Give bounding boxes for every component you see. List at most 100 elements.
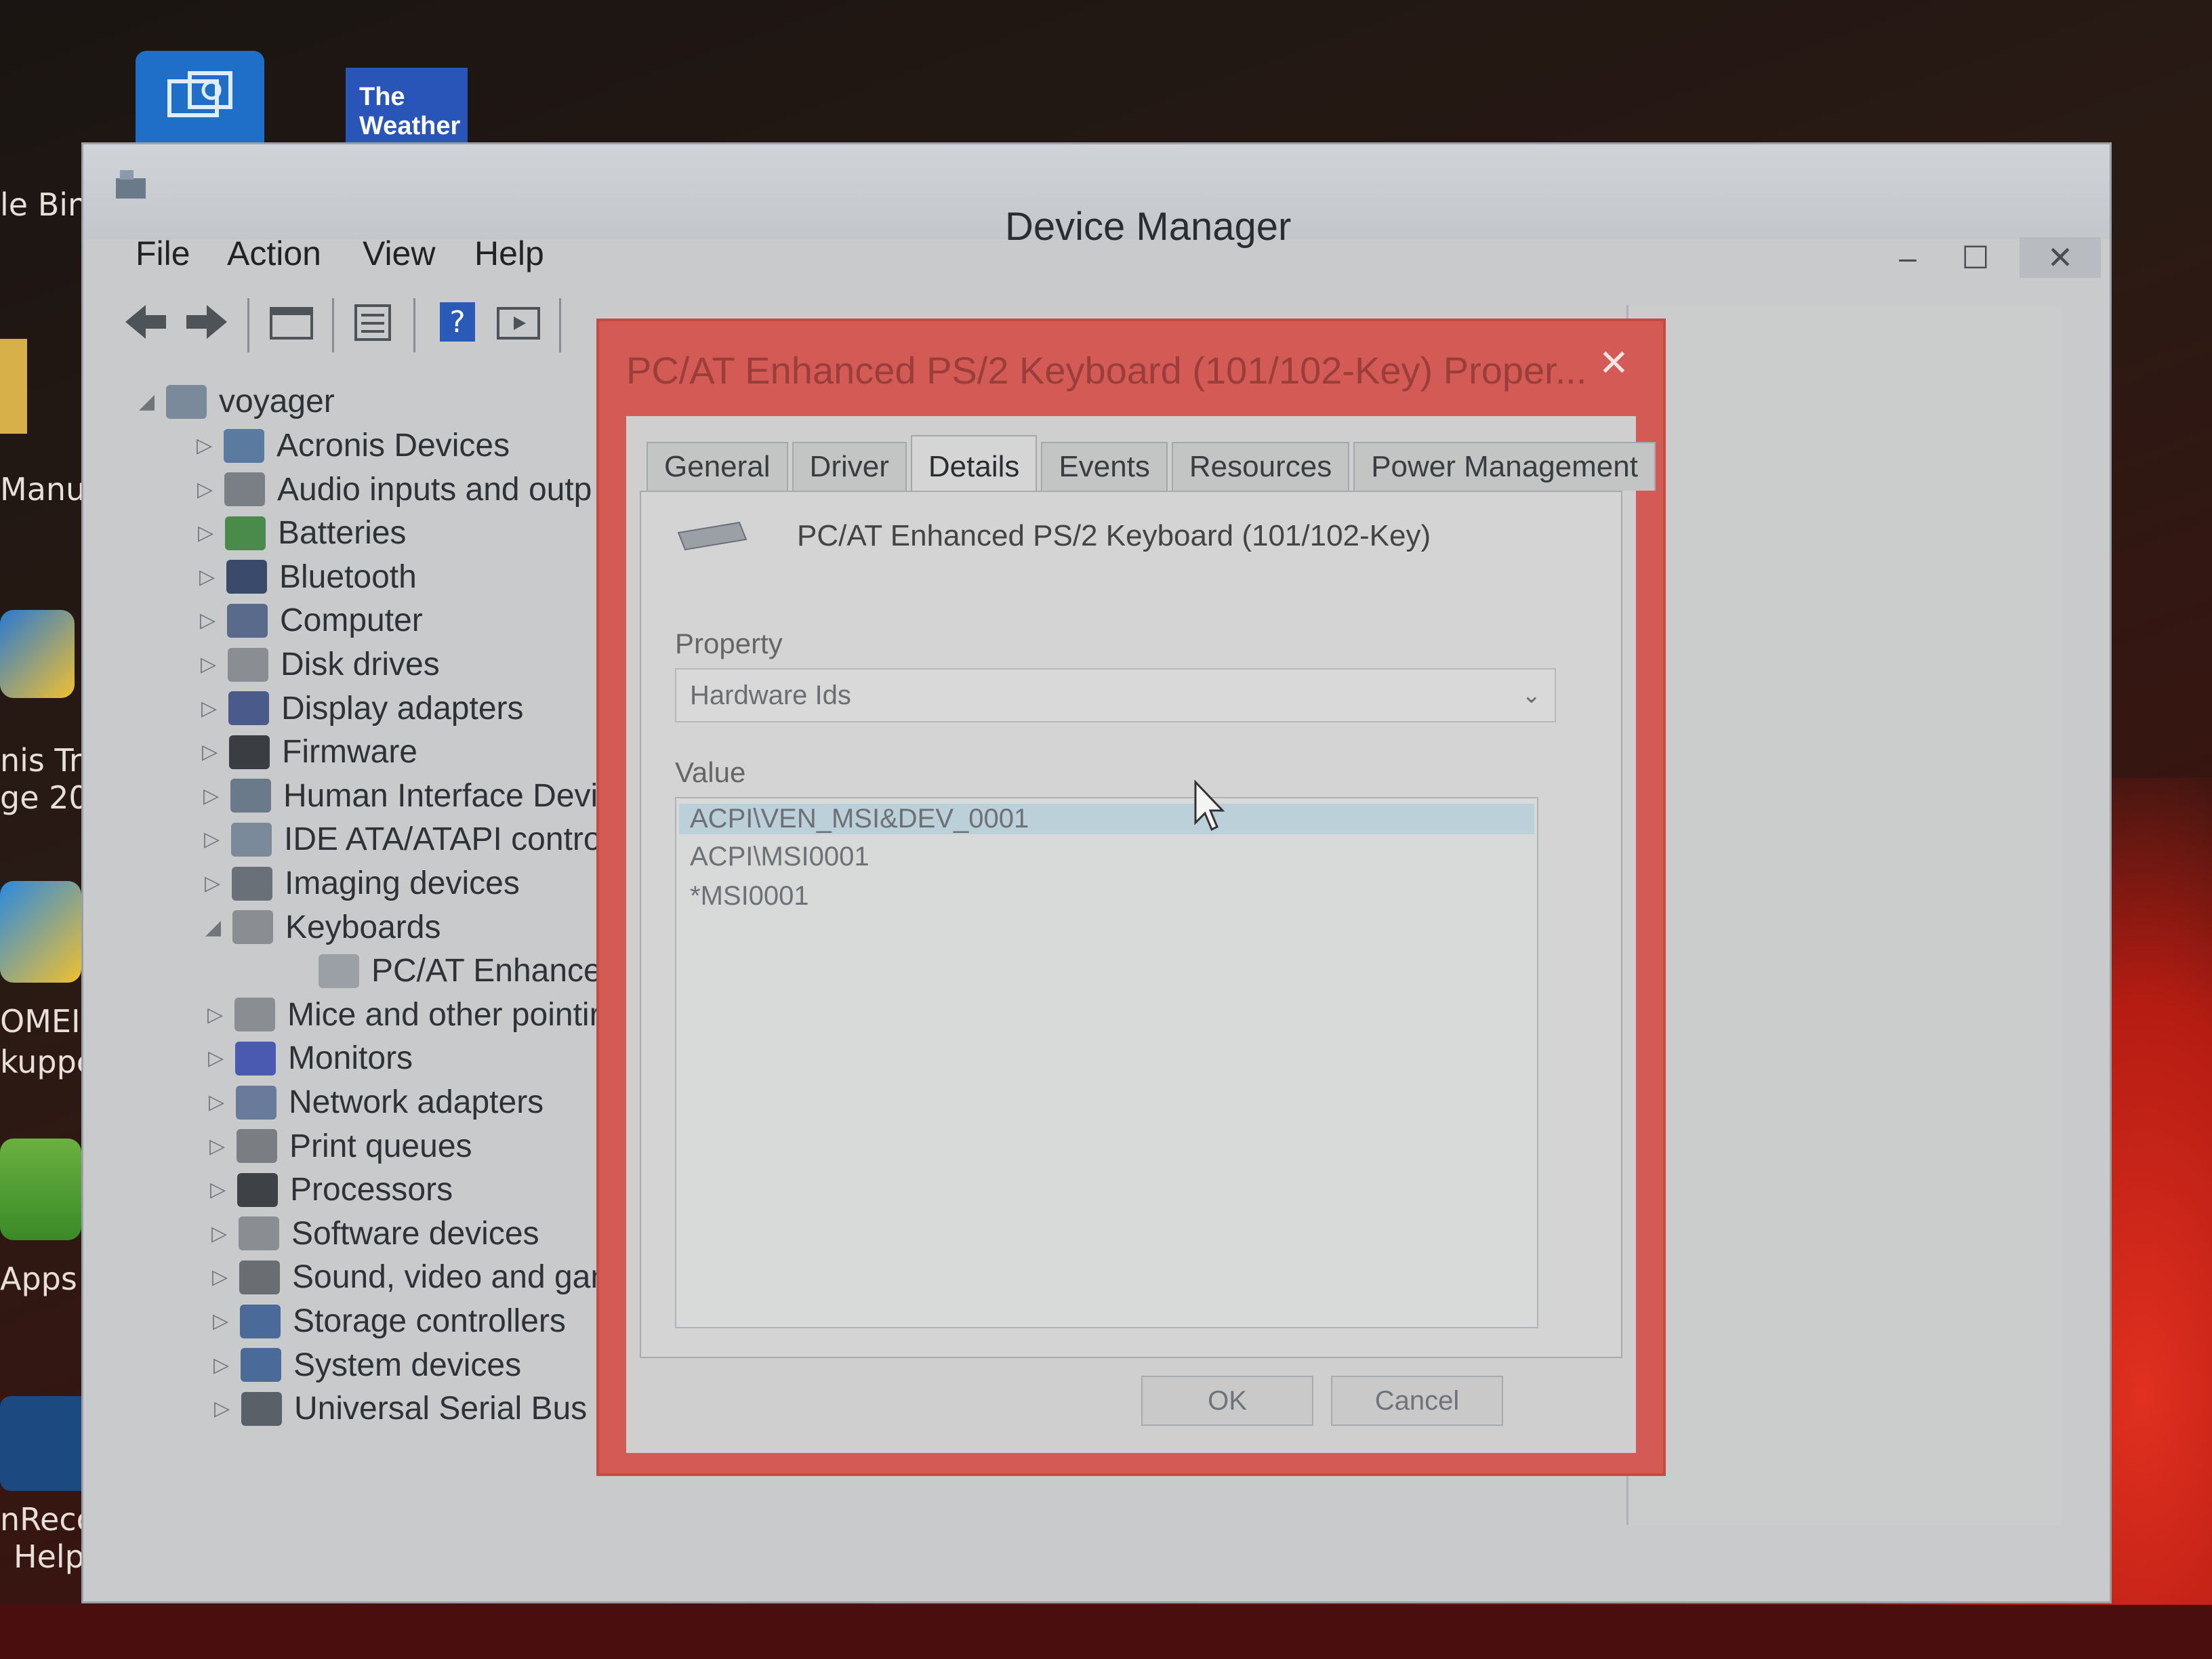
title-bar[interactable]: Device Manager: [83, 144, 2110, 249]
expand-arrow-icon[interactable]: ▷: [213, 1309, 240, 1333]
update-driver-icon[interactable]: [495, 298, 542, 346]
expand-arrow-icon[interactable]: ▷: [207, 1003, 234, 1027]
expand-arrow-icon[interactable]: ▷: [203, 784, 230, 808]
tree-item-label: System devices: [293, 1347, 522, 1383]
tab-resources[interactable]: Resources: [1171, 442, 1350, 491]
tree-category-item[interactable]: ▷ Disk drives: [201, 646, 440, 683]
tree-item-label: Universal Serial Bus co: [294, 1391, 631, 1427]
tree-root[interactable]: ◢ voyager: [139, 383, 335, 420]
device-category-icon: [241, 1391, 282, 1426]
property-dropdown[interactable]: Hardware Ids ⌄: [675, 668, 1556, 722]
menu-view[interactable]: View: [363, 234, 435, 273]
device-category-icon: [234, 998, 275, 1032]
device-category-icon: [230, 779, 271, 813]
collapse-arrow-icon[interactable]: ◢: [205, 916, 232, 939]
expand-arrow-icon[interactable]: ▷: [197, 478, 224, 501]
expand-arrow-icon[interactable]: ▷: [202, 740, 229, 764]
maximize-button[interactable]: ☐: [1952, 237, 1999, 278]
folder-icon[interactable]: [0, 339, 27, 434]
expand-arrow-icon[interactable]: ▷: [198, 521, 225, 545]
cancel-button[interactable]: Cancel: [1331, 1376, 1503, 1426]
desktop-icon-label[interactable]: OMEI: [0, 1003, 81, 1040]
android-icon[interactable]: [0, 1139, 81, 1240]
tree-category-item[interactable]: ◢ Keyboards: [205, 909, 441, 946]
tab-general[interactable]: General: [647, 442, 788, 491]
close-button[interactable]: ✕: [2020, 237, 2101, 278]
tree-category-item[interactable]: ▷ Mice and other pointir: [207, 996, 600, 1033]
help-icon[interactable]: ?: [434, 298, 481, 346]
tree-category-item[interactable]: ▷ Monitors: [208, 1040, 413, 1077]
expand-arrow-icon[interactable]: ▷: [209, 1134, 237, 1158]
toolbar-separator: [559, 298, 561, 352]
shield-icon[interactable]: [0, 610, 75, 698]
tab-details[interactable]: Details: [910, 435, 1038, 491]
value-list-item[interactable]: ACPI\MSI0001: [690, 842, 869, 872]
tab-driver[interactable]: Driver: [792, 442, 907, 491]
details-pane: [1626, 305, 2062, 1525]
dialog-close-button[interactable]: ✕: [1599, 342, 1629, 384]
tree-category-item[interactable]: ▷ System devices: [213, 1347, 521, 1384]
desktop-tile-app[interactable]: [136, 51, 264, 152]
ok-button[interactable]: OK: [1141, 1376, 1313, 1426]
device-category-icon: [236, 1085, 276, 1120]
properties-dialog: PC/AT Enhanced PS/2 Keyboard (101/102-Ke…: [596, 319, 1666, 1476]
forward-icon[interactable]: [183, 298, 230, 346]
tree-category-item[interactable]: ▷ Human Interface Devic: [203, 777, 614, 815]
minimize-button[interactable]: –: [1884, 237, 1931, 278]
value-list-item[interactable]: ACPI\VEN_MSI&DEV_0001: [679, 804, 1534, 834]
desktop-icon-label[interactable]: Apps: [0, 1261, 77, 1297]
device-category-icon: [237, 1172, 278, 1207]
expand-arrow-icon[interactable]: ▷: [214, 1397, 241, 1420]
tree-category-item[interactable]: ▷ Acronis Devices: [197, 427, 510, 464]
value-list-item[interactable]: *MSI0001: [690, 881, 809, 912]
collapse-arrow-icon[interactable]: ◢: [139, 390, 166, 413]
back-icon[interactable]: [122, 298, 169, 346]
backup-icon[interactable]: [0, 881, 81, 983]
expand-arrow-icon[interactable]: ▷: [209, 1090, 236, 1114]
tab-power-management[interactable]: Power Management: [1353, 442, 1656, 491]
expand-arrow-icon[interactable]: ▷: [205, 872, 232, 895]
value-list[interactable]: ACPI\VEN_MSI&DEV_0001 ACPI\MSI0001 *MSI0…: [675, 797, 1538, 1328]
tree-item-label: Processors: [290, 1172, 453, 1208]
tree-category-item[interactable]: ▷ Bluetooth: [199, 558, 417, 596]
tree-category-item[interactable]: ▷ Universal Serial Bus co: [214, 1390, 630, 1427]
property-dropdown-value: Hardware Ids: [690, 680, 851, 710]
expand-arrow-icon[interactable]: ▷: [199, 565, 226, 589]
tree-category-item[interactable]: ▷ Sound, video and gam: [212, 1258, 617, 1296]
expand-arrow-icon[interactable]: ▷: [200, 609, 227, 632]
tree-category-item[interactable]: ▷ Imaging devices: [205, 865, 520, 902]
expand-arrow-icon[interactable]: ▷: [197, 434, 224, 457]
device-category-icon: [241, 1348, 281, 1382]
expand-arrow-icon[interactable]: ▷: [213, 1353, 241, 1377]
expand-arrow-icon[interactable]: ▷: [201, 653, 228, 676]
tree-category-item[interactable]: ▷ Storage controllers: [213, 1303, 566, 1340]
console-tree-icon[interactable]: [268, 298, 315, 346]
tab-events[interactable]: Events: [1041, 442, 1168, 491]
menu-help[interactable]: Help: [474, 234, 544, 273]
tree-category-item[interactable]: ▷ Batteries: [198, 514, 406, 552]
tree-category-item[interactable]: ▷ Network adapters: [209, 1084, 544, 1121]
tree-category-item[interactable]: ▷ Display adapters: [201, 690, 524, 727]
menu-file[interactable]: File: [136, 234, 190, 273]
menu-action[interactable]: Action: [227, 234, 321, 273]
recovery-icon[interactable]: [0, 1396, 95, 1491]
tree-category-item[interactable]: ▷ Software devices: [211, 1215, 539, 1252]
desktop-icon-label[interactable]: le Bin: [0, 186, 87, 223]
desktop-icon-label[interactable]: Help: [14, 1538, 85, 1575]
dialog-body: General Driver Details Events Resources …: [626, 416, 1656, 1453]
tree-category-item[interactable]: ▷ Print queues: [209, 1128, 472, 1165]
properties-icon[interactable]: [349, 298, 396, 346]
tree-category-item[interactable]: ▷ Firmware: [202, 733, 417, 771]
expand-arrow-icon[interactable]: ▷: [201, 697, 228, 720]
expand-arrow-icon[interactable]: ▷: [212, 1265, 239, 1289]
expand-arrow-icon[interactable]: ▷: [204, 827, 231, 851]
tab-strip: General Driver Details Events Resources …: [647, 430, 1660, 491]
expand-arrow-icon[interactable]: ▷: [208, 1046, 235, 1070]
expand-arrow-icon[interactable]: ▷: [211, 1222, 239, 1246]
tree-category-item[interactable]: ▷ Processors: [210, 1171, 453, 1208]
expand-arrow-icon[interactable]: ▷: [210, 1178, 237, 1202]
tree-item-label: Monitors: [288, 1040, 413, 1077]
tree-category-item[interactable]: ▷ Computer: [200, 602, 423, 639]
tree-category-item[interactable]: ▷ Audio inputs and outp: [197, 471, 592, 508]
tree-category-item[interactable]: ▷ IDE ATA/ATAPI contro: [204, 821, 602, 858]
